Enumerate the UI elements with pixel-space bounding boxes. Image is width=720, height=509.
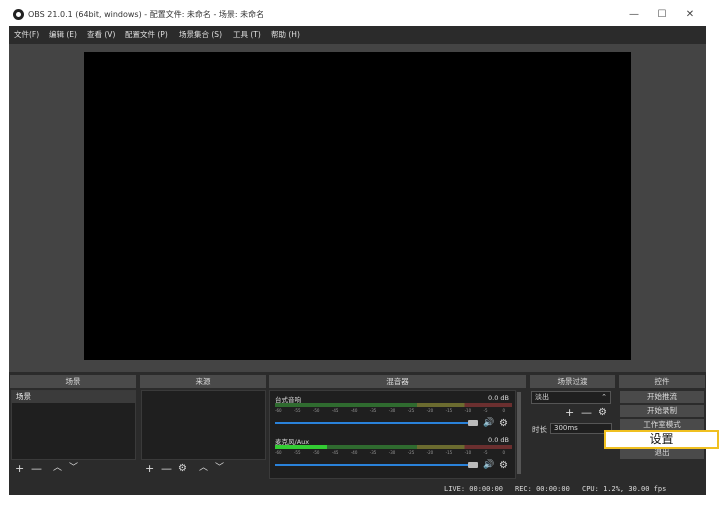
add-scene-icon[interactable]: + [15,463,24,474]
preview-area [9,44,706,372]
mixer-dock-title: 混音器 [269,375,526,388]
transition-select-spin-icon: ⌃ [601,393,607,401]
duration-label: 时长 [532,425,547,434]
scenes-list[interactable]: 场景 [11,390,136,460]
meter-tick-label: -35 [369,450,377,455]
mic-meter-ticks: -60 -55 -50 -45 -40 -35 -30 -25 -20 -15 -10 -5 0 [275,450,512,456]
source-properties-gear-icon[interactable]: ⚙ [178,463,187,474]
sources-dock-title: 来源 [140,375,266,388]
controls-dock-title: 控件 [619,375,705,388]
sources-list[interactable] [141,390,266,460]
desktop-settings-gear-icon[interactable]: ⚙ [499,418,508,429]
move-scene-up-icon[interactable]: ︿ [53,463,62,474]
meter-tick-label: 0 [502,450,506,455]
mixer-channel-mic-db: 0.0 dB [488,436,509,444]
menu-profile[interactable]: 配置文件 (P) [125,29,168,40]
mic-speaker-icon[interactable]: 🔊 [483,460,494,470]
remove-transition-icon[interactable]: — [581,407,592,418]
menu-view[interactable]: 查看 (V) [87,29,115,40]
add-source-icon[interactable]: + [145,463,154,474]
mic-volume-meter [275,445,512,449]
obs-logo-icon [13,9,24,20]
meter-tick-label: -50 [312,408,320,413]
meter-tick-label: -30 [388,450,396,455]
meter-tick-label: -10 [464,408,472,413]
transitions-dock-title: 场景过渡 [530,375,615,388]
meter-tick-label: -45 [331,450,339,455]
live-timer: LIVE: 00:00:00 [444,485,504,493]
remove-source-icon[interactable]: — [161,463,172,474]
meter-tick-label: -40 [350,408,358,413]
meter-tick-label: -20 [426,408,434,413]
mic-meter-level [275,445,328,449]
move-source-down-icon[interactable]: ﹀ [215,463,224,474]
duration-value: 300ms [554,424,578,432]
meter-tick-label: -5 [483,408,488,413]
meter-tick-label: -40 [350,450,358,455]
transition-properties-gear-icon[interactable]: ⚙ [598,407,607,418]
meter-tick-label: -15 [445,408,453,413]
menu-tools[interactable]: 工具 (T) [233,29,261,40]
meter-tick-label: -60 [275,450,282,455]
desktop-volume-slider[interactable] [275,422,468,424]
meter-tick-label: -35 [369,408,377,413]
meter-tick-label: -30 [388,408,396,413]
menu-help[interactable]: 帮助 (H) [271,29,300,40]
start-streaming-button[interactable]: 开始推流 [620,391,704,403]
menu-edit[interactable]: 编辑 (E) [49,29,77,40]
move-scene-down-icon[interactable]: ﹀ [69,463,78,474]
menu-bar: 文件(F) 编辑 (E) 查看 (V) 配置文件 (P) 场景集合 (S) 工具… [9,26,706,42]
preview-canvas[interactable] [84,52,631,360]
meter-tick-label: -50 [312,450,320,455]
mic-volume-handle[interactable] [468,462,478,468]
settings-highlight-callout[interactable]: 设置 [604,430,719,449]
maximize-button[interactable]: ☐ [652,7,672,23]
status-bar: LIVE: 00:00:00 REC: 00:00:00 CPU: 1.2%, … [9,482,706,495]
title-bar: OBS 21.0.1 (64bit, windows) - 配置文件: 未命名 … [9,4,706,26]
rec-timer: REC: 00:00:00 [515,485,570,493]
menu-file[interactable]: 文件(F) [14,29,39,40]
mixer-channel-desktop-db: 0.0 dB [488,394,509,402]
meter-tick-label: -10 [464,450,472,455]
duration-input[interactable]: 300ms [550,423,612,434]
window-title: OBS 21.0.1 (64bit, windows) - 配置文件: 未命名 … [28,10,265,19]
menu-scene-collection[interactable]: 场景集合 (S) [179,29,222,40]
close-button[interactable]: ✕ [680,7,700,23]
meter-tick-label: -55 [293,450,301,455]
meter-tick-label: -25 [407,450,415,455]
meter-tick-label: -55 [293,408,301,413]
meter-tick-label: -25 [407,408,415,413]
desktop-volume-handle[interactable] [468,420,478,426]
scenes-dock-title: 场景 [10,375,136,388]
meter-tick-label: -60 [275,408,282,413]
minimize-button[interactable]: — [624,7,644,23]
mixer-scrollbar[interactable] [517,392,521,474]
mic-settings-gear-icon[interactable]: ⚙ [499,460,508,471]
transition-selected-value: 淡出 [535,393,549,401]
meter-tick-label: -15 [445,450,453,455]
scene-list-item[interactable]: 场景 [12,391,136,403]
cpu-fps-readout: CPU: 1.2%, 30.00 fps [582,485,667,493]
remove-scene-icon[interactable]: — [31,463,42,474]
meter-tick-label: 0 [502,408,506,413]
meter-tick-label: -5 [483,450,488,455]
start-recording-button[interactable]: 开始录制 [620,405,704,417]
desktop-volume-meter [275,403,512,407]
move-source-up-icon[interactable]: ︿ [199,463,208,474]
mic-volume-slider[interactable] [275,464,468,466]
desktop-speaker-icon[interactable]: 🔊 [483,418,494,428]
transition-select[interactable]: 淡出 ⌃ [531,391,611,404]
meter-tick-label: -20 [426,450,434,455]
obs-window: OBS 21.0.1 (64bit, windows) - 配置文件: 未命名 … [9,4,706,495]
add-transition-icon[interactable]: + [565,407,574,418]
meter-tick-label: -45 [331,408,339,413]
desktop-meter-ticks: -60 -55 -50 -45 -40 -35 -30 -25 -20 -15 -10 -5 0 [275,408,512,414]
audio-mixer: 台式音响 0.0 dB -60 -55 -50 -45 -40 -35 -30 -25 -20-… [269,390,516,479]
